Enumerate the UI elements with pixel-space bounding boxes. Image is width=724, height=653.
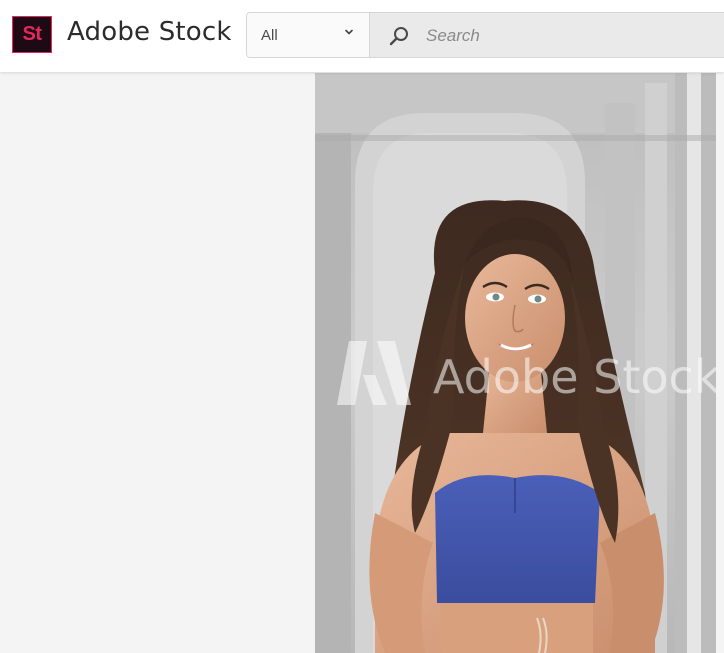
search-icon[interactable]: [388, 25, 410, 47]
search-scope-label: All: [261, 27, 278, 44]
search-field[interactable]: [370, 13, 724, 57]
top-header: St Adobe Stock All: [0, 0, 724, 72]
search-bar: All: [246, 12, 724, 58]
search-input[interactable]: [424, 13, 724, 57]
right-margin: [716, 73, 724, 653]
search-scope-dropdown[interactable]: All: [247, 13, 370, 57]
watermark-text: Adobe Stock: [433, 350, 716, 404]
logo-text: St: [22, 23, 43, 45]
brand-name[interactable]: Adobe Stock: [67, 17, 232, 47]
chevron-down-icon: [345, 29, 353, 35]
stock-photo: Adobe Stock: [315, 73, 716, 653]
stock-image-preview[interactable]: Adobe Stock: [315, 73, 716, 653]
adobe-stock-logo[interactable]: St: [12, 16, 52, 53]
